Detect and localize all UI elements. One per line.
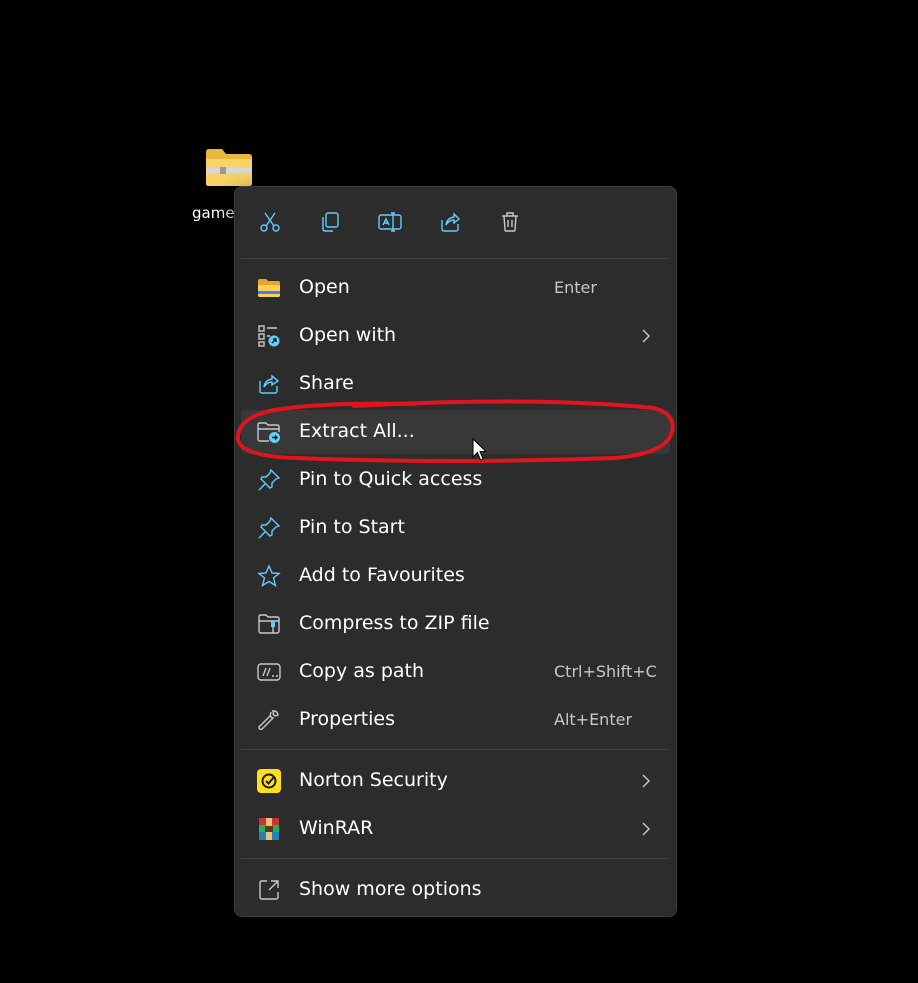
context-menu: Open Enter Open with Share Extract All..…	[234, 186, 677, 917]
rename-button[interactable]	[373, 205, 407, 239]
menu-item-properties[interactable]: Properties Alt+Enter	[241, 698, 670, 742]
winrar-icon	[259, 818, 279, 840]
copy-icon	[322, 212, 339, 232]
scissors-icon	[260, 212, 280, 232]
pin-icon	[258, 516, 281, 539]
menu-item-label: Open	[299, 276, 350, 298]
menu-item-label: Extract All...	[299, 420, 415, 442]
pin-icon	[258, 468, 281, 491]
menu-item-label: Properties	[299, 708, 396, 730]
menu-separator	[241, 749, 670, 750]
menu-separator	[241, 858, 670, 859]
delete-button[interactable]	[493, 205, 527, 239]
shortcut-text: Alt+Enter	[554, 710, 633, 729]
menu-item-label: Pin to Quick access	[299, 468, 483, 490]
copy-button[interactable]	[313, 205, 347, 239]
share-icon	[441, 212, 461, 232]
menu-item-pin-quick-access[interactable]: Pin to Quick access	[241, 458, 670, 502]
menu-item-label: Share	[299, 372, 354, 394]
shortcut-text: Enter	[554, 278, 597, 297]
menu-item-label: Show more options	[299, 878, 482, 900]
star-icon	[257, 564, 281, 588]
chevron-right-icon	[642, 774, 650, 788]
menu-item-norton-security[interactable]: Norton Security	[241, 759, 670, 803]
menu-item-show-more-options[interactable]: Show more options	[241, 868, 670, 912]
open-with-icon	[258, 325, 280, 347]
menu-item-copy-as-path[interactable]: Copy as path Ctrl+Shift+C	[241, 650, 670, 694]
cut-button[interactable]	[253, 205, 287, 239]
menu-item-label: Open with	[299, 324, 397, 346]
copy-path-icon	[257, 663, 281, 681]
menu-item-label: Norton Security	[299, 769, 448, 791]
share-icon	[259, 374, 280, 394]
folder-icon	[258, 279, 280, 297]
menu-item-winrar[interactable]: WinRAR	[241, 807, 670, 851]
desktop-file-label: game	[192, 204, 235, 222]
menu-item-label: Pin to Start	[299, 516, 405, 538]
zip-icon	[258, 614, 280, 634]
menu-item-pin-to-start[interactable]: Pin to Start	[241, 506, 670, 550]
menu-item-open[interactable]: Open Enter	[241, 266, 670, 310]
chevron-right-icon	[642, 329, 650, 343]
menu-item-open-with[interactable]: Open with	[241, 314, 670, 358]
menu-item-label: Add to Favourites	[299, 564, 465, 586]
menu-item-label: WinRAR	[299, 817, 374, 839]
menu-item-compress-zip[interactable]: Compress to ZIP file	[241, 602, 670, 646]
menu-separator	[241, 258, 670, 259]
mouse-cursor-icon	[472, 438, 488, 461]
context-toolbar	[235, 187, 676, 258]
rename-icon	[378, 212, 402, 232]
shortcut-text: Ctrl+Shift+C	[554, 662, 657, 681]
show-more-icon	[259, 880, 279, 900]
zip-folder-icon	[206, 149, 252, 186]
menu-item-share[interactable]: Share	[241, 362, 670, 406]
wrench-icon	[258, 710, 279, 731]
norton-icon	[257, 769, 281, 793]
chevron-right-icon	[642, 822, 650, 836]
menu-item-label: Copy as path	[299, 660, 425, 682]
menu-item-label: Compress to ZIP file	[299, 612, 490, 634]
trash-icon	[502, 212, 518, 232]
menu-item-add-to-favourites[interactable]: Add to Favourites	[241, 554, 670, 598]
menu-item-extract-all[interactable]: Extract All...	[241, 410, 670, 454]
share-button[interactable]	[433, 205, 467, 239]
extract-folder-icon	[257, 422, 280, 443]
